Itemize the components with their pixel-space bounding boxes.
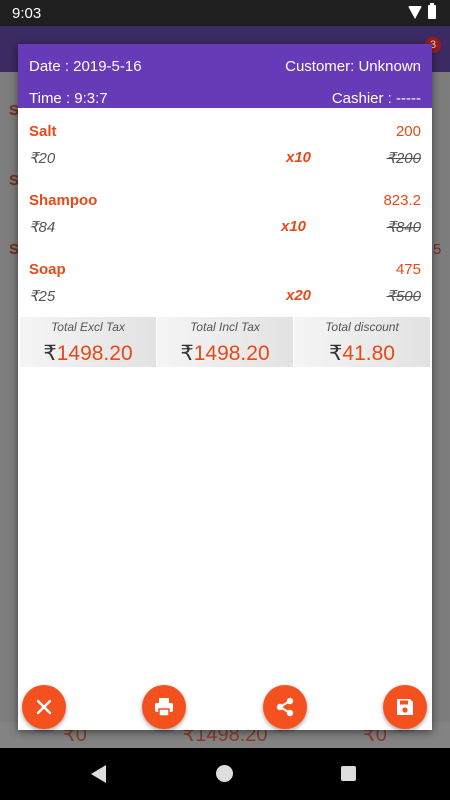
item-quantity: x20 — [286, 287, 312, 304]
status-bar: 9:03 — [0, 0, 450, 26]
battery-icon — [428, 3, 436, 19]
status-time: 9:03 — [12, 5, 42, 22]
item-original-price: ₹840 — [386, 219, 421, 236]
print-icon — [155, 698, 173, 717]
close-button[interactable] — [22, 685, 66, 729]
item-unit-price: ₹20 — [29, 150, 56, 167]
item-name: Soap — [29, 261, 66, 278]
item-total: 200 — [395, 123, 421, 140]
back-icon[interactable] — [91, 765, 106, 783]
total-incl-tax-value: ₹1498.20 — [157, 341, 293, 366]
rupee-symbol: ₹ — [329, 342, 343, 365]
total-excl-tax-value: ₹1498.20 — [20, 341, 156, 366]
total-incl-tax-box: Total Incl Tax ₹1498.20 — [157, 317, 293, 367]
total-incl-tax-amount: 1498.20 — [193, 342, 270, 365]
close-icon — [36, 699, 52, 715]
rupee-symbol: ₹ — [43, 342, 57, 365]
line-item: Salt 200 ₹20 x10 ₹200 — [18, 108, 432, 177]
receipt-dialog: Date : 2019-5-16 Customer: Unknown Time … — [18, 44, 432, 730]
receipt-customer: Customer: Unknown — [285, 58, 421, 75]
home-icon[interactable] — [216, 765, 233, 782]
background-item-total: 5 — [433, 241, 442, 258]
item-unit-price: ₹84 — [29, 219, 56, 236]
status-icons — [408, 3, 436, 19]
save-button[interactable] — [383, 685, 427, 729]
line-item: Soap 475 ₹25 x20 ₹500 — [18, 246, 432, 315]
share-button[interactable] — [263, 685, 307, 729]
receipt-time: Time : 9:3:7 — [29, 90, 108, 107]
item-name: Salt — [29, 123, 57, 140]
item-name: Shampoo — [29, 192, 98, 209]
total-excl-tax-label: Total Excl Tax — [51, 320, 125, 334]
totals-row: Total Excl Tax ₹1498.20 Total Incl Tax ₹… — [18, 317, 432, 369]
total-discount-value: ₹41.80 — [294, 341, 430, 366]
item-total: 475 — [395, 261, 421, 278]
item-total: 823.2 — [383, 192, 421, 209]
total-incl-tax-label: Total Incl Tax — [190, 320, 260, 334]
navigation-bar — [0, 748, 450, 800]
recent-apps-icon[interactable] — [341, 766, 356, 781]
item-unit-price: ₹25 — [29, 288, 56, 305]
receipt-cashier: Cashier : ----- — [331, 90, 421, 107]
save-icon — [397, 699, 413, 715]
receipt-header: Date : 2019-5-16 Customer: Unknown Time … — [18, 44, 432, 108]
share-icon — [276, 697, 294, 717]
item-original-price: ₹500 — [386, 288, 421, 305]
total-discount-label: Total discount — [325, 320, 399, 334]
receipt-date: Date : 2019-5-16 — [29, 58, 142, 75]
item-quantity: x10 — [286, 149, 312, 166]
total-excl-tax-box: Total Excl Tax ₹1498.20 — [20, 317, 156, 367]
wifi-icon — [408, 5, 422, 19]
line-item: Shampoo 823.2 ₹84 x10 ₹840 — [18, 177, 432, 246]
print-button[interactable] — [142, 685, 186, 729]
item-quantity: x10 — [281, 218, 307, 235]
total-excl-tax-amount: 1498.20 — [56, 342, 133, 365]
total-discount-box: Total discount ₹41.80 — [294, 317, 430, 367]
total-discount-amount: 41.80 — [342, 342, 395, 365]
item-original-price: ₹200 — [386, 150, 421, 167]
rupee-symbol: ₹ — [180, 342, 194, 365]
